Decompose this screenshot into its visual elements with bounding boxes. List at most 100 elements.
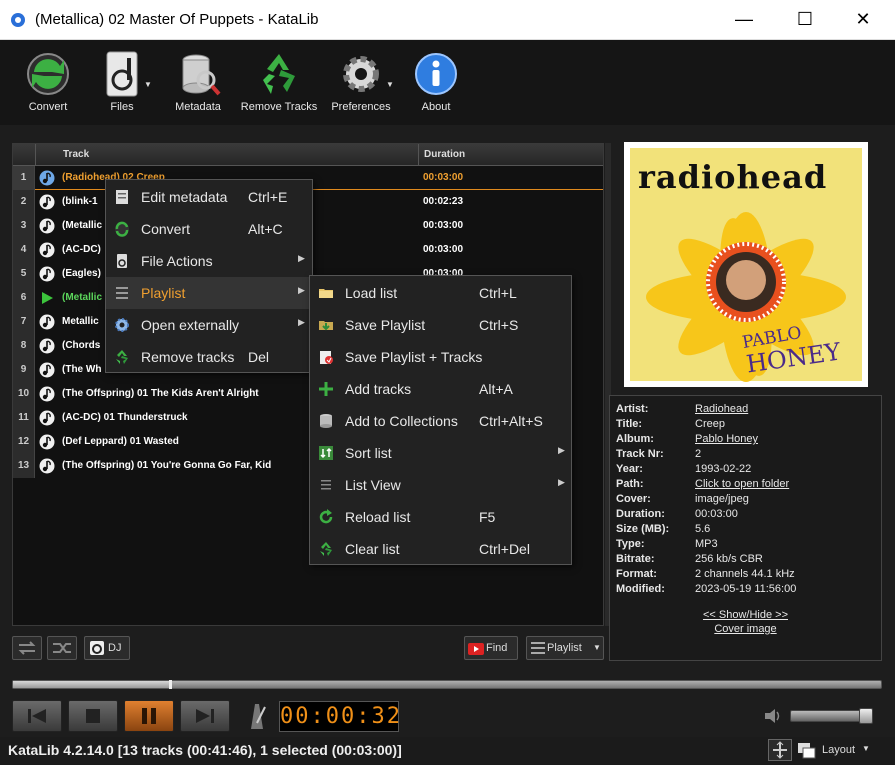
seek-bar[interactable] [12, 680, 882, 689]
track-duration: 00:03:00 [423, 244, 464, 255]
seek-handle[interactable] [169, 680, 172, 689]
minimize-button[interactable]: — [721, 0, 767, 38]
chevron-down-icon: ▼ [593, 643, 601, 652]
volume-icon[interactable] [763, 707, 783, 725]
metronome-icon[interactable] [243, 701, 271, 731]
preferences-button[interactable]: ▼ Preferences [330, 50, 394, 122]
playlist-dropdown[interactable]: Playlist ▼ [526, 636, 604, 660]
playlist-icon [116, 287, 128, 299]
menu-item-clear-list[interactable]: Clear list Ctrl+Del [310, 533, 571, 565]
dj-button[interactable]: DJ [84, 636, 130, 660]
preferences-dropdown-icon[interactable]: ▼ [386, 80, 394, 89]
convert-icon [24, 50, 72, 98]
files-icon [105, 50, 139, 98]
menu-item-save-playlist-tracks[interactable]: Save Playlist + Tracks [310, 341, 571, 373]
gear-icon [337, 50, 385, 98]
menu-item-label: List View [345, 477, 401, 493]
sort-icon [319, 446, 333, 460]
previous-button[interactable] [12, 700, 62, 732]
row-number: 1 [13, 166, 35, 190]
next-button[interactable] [180, 700, 230, 732]
column-header-duration[interactable]: Duration [424, 149, 465, 160]
collection-icon [320, 414, 332, 428]
toolbar: Convert ▼ Files Metadata Remove Tracks ▼… [0, 40, 895, 125]
pause-icon [142, 708, 156, 724]
metadata-button[interactable]: Metadata [170, 50, 226, 122]
cover-image-link[interactable]: Cover image [610, 623, 881, 635]
window-title: (Metallica) 02 Master Of Puppets - KataL… [35, 11, 319, 28]
menu-item-add-tracks[interactable]: Add tracks Alt+A [310, 373, 571, 405]
menu-item-label: Save Playlist [345, 317, 426, 333]
convert-button[interactable]: Convert [20, 50, 76, 122]
row-number: 3 [13, 214, 35, 238]
info-key-modified: Modified: [616, 583, 665, 595]
info-size: 5.6 [695, 523, 711, 535]
maximize-button[interactable]: ☐ [782, 0, 828, 38]
menu-item-open-externally[interactable]: Open externally ▶ [106, 309, 312, 341]
files-button[interactable]: ▼ Files [98, 50, 152, 122]
about-button[interactable]: About [412, 50, 460, 122]
info-modified: 2023-05-19 11:56:00 [695, 583, 797, 595]
play-indicator-icon [42, 292, 53, 304]
menu-item-shortcut: F5 [479, 509, 496, 525]
menu-item-list-view[interactable]: List View ▶ [310, 469, 571, 501]
find-button[interactable]: Find [464, 636, 518, 660]
track-duration: 00:03:00 [423, 220, 464, 231]
folder-icon [319, 289, 333, 298]
list-icon [321, 480, 331, 490]
chevron-down-icon: ▼ [862, 744, 870, 753]
metadata-icon [174, 50, 222, 98]
pause-button[interactable] [124, 700, 174, 732]
music-note-icon [39, 410, 55, 426]
layout-dropdown[interactable]: Layout ▼ [798, 741, 874, 761]
menu-item-file-actions[interactable]: File Actions ▶ [106, 245, 312, 277]
info-type: MP3 [695, 538, 718, 550]
repeat-icon [18, 641, 36, 655]
header-separator [418, 144, 419, 166]
info-key-title: Title: [616, 418, 643, 430]
info-path-link[interactable]: Click to open folder [695, 478, 789, 490]
files-dropdown-icon[interactable]: ▼ [144, 80, 152, 89]
menu-item-playlist[interactable]: Playlist ▶ [106, 277, 312, 309]
remove-tracks-button[interactable]: Remove Tracks [240, 50, 318, 122]
row-number: 7 [13, 310, 35, 334]
menu-item-label: Add to Collections [345, 413, 458, 429]
status-text: KataLib 4.2.14.0 [13 tracks (00:41:46), … [8, 742, 402, 758]
list-icon [531, 642, 545, 654]
music-note-icon [39, 362, 55, 378]
info-key-album: Album: [616, 433, 654, 445]
menu-item-add-to-collections[interactable]: Add to Collections Ctrl+Alt+S [310, 405, 571, 437]
edit-icon [116, 190, 128, 204]
menu-item-edit-metadata[interactable]: Edit metadata Ctrl+E [106, 181, 312, 213]
menu-item-label: Sort list [345, 445, 392, 461]
music-note-icon [39, 458, 55, 474]
info-album-link[interactable]: Pablo Honey [695, 433, 758, 445]
menu-item-save-playlist[interactable]: Save Playlist Ctrl+S [310, 309, 571, 341]
menu-item-convert[interactable]: Convert Alt+C [106, 213, 312, 245]
volume-slider[interactable] [790, 708, 873, 724]
show-hide-link[interactable]: << Show/Hide >> [610, 609, 881, 621]
layout-icon [798, 743, 816, 759]
menu-item-reload-list[interactable]: Reload list F5 [310, 501, 571, 533]
stop-button[interactable] [68, 700, 118, 732]
column-header-track[interactable]: Track [63, 149, 89, 160]
music-note-icon [39, 266, 55, 282]
music-note-icon [39, 242, 55, 258]
menu-item-shortcut: Ctrl+L [479, 285, 517, 301]
menu-item-remove-tracks[interactable]: Remove tracks Del [106, 341, 312, 373]
info-artist-link[interactable]: Radiohead [695, 403, 748, 415]
volume-handle[interactable] [859, 708, 873, 724]
fullscreen-button[interactable] [768, 739, 792, 761]
repeat-button[interactable] [12, 636, 42, 660]
menu-item-load-list[interactable]: Load list Ctrl+L [310, 277, 571, 309]
info-key-size: Size (MB): [616, 523, 670, 535]
cover-art[interactable]: radiohead PABLO HONEY [624, 142, 868, 387]
menu-item-label: Playlist [141, 285, 186, 301]
context-menu: Edit metadata Ctrl+E Convert Alt+C File Acti… [105, 179, 313, 373]
info-cover: image/jpeg [695, 493, 749, 505]
close-button[interactable]: ✕ [840, 0, 886, 38]
menu-item-sort-list[interactable]: Sort list ▶ [310, 437, 571, 469]
row-number: 6 [13, 286, 35, 310]
recycle-icon [255, 50, 303, 98]
shuffle-button[interactable] [47, 636, 77, 660]
